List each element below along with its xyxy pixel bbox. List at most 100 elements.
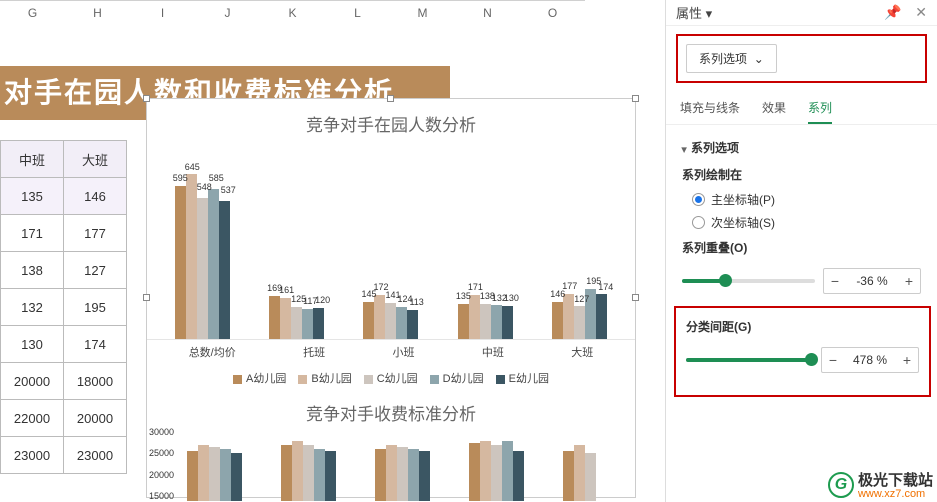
resize-handle[interactable] — [632, 95, 639, 102]
data-table[interactable]: 中班 大班 135146 171177 138127 132195 130174… — [0, 140, 127, 474]
bar[interactable] — [219, 201, 230, 339]
bar[interactable] — [220, 449, 231, 501]
plus-button[interactable]: + — [896, 352, 918, 368]
minus-button[interactable]: − — [822, 352, 844, 368]
resize-handle[interactable] — [632, 294, 639, 301]
bar[interactable] — [563, 451, 574, 501]
bar[interactable] — [469, 295, 480, 339]
bar[interactable] — [281, 445, 292, 501]
chart-title[interactable]: 竞争对手收费标准分析 — [147, 400, 635, 425]
gap-stepper[interactable]: − 478 % + — [821, 347, 919, 373]
bar[interactable] — [375, 449, 386, 501]
cell[interactable]: 23000 — [1, 437, 64, 474]
radio-primary-axis[interactable]: 主坐标轴(P) — [692, 191, 921, 208]
bar[interactable] — [385, 303, 396, 339]
bar[interactable] — [408, 449, 419, 501]
legend-item[interactable]: A幼儿园 — [233, 370, 286, 386]
resize-handle[interactable] — [143, 294, 150, 301]
bar[interactable] — [458, 304, 469, 339]
chart-title[interactable]: 竞争对手在园人数分析 — [147, 111, 635, 136]
gap-slider[interactable] — [686, 358, 813, 362]
bar[interactable] — [480, 441, 491, 501]
chart-object[interactable]: 竞争对手在园人数分析 595 645 548 585 537 169 161 1… — [146, 98, 636, 498]
cell[interactable]: 138 — [1, 252, 64, 289]
column-header[interactable]: G — [0, 0, 65, 24]
chart-plot-area[interactable]: 595 645 548 585 537 169 161 125 117 120 — [147, 140, 635, 340]
bar[interactable] — [469, 443, 480, 501]
column-header[interactable]: O — [520, 0, 585, 24]
table-header[interactable]: 中班 — [1, 141, 64, 178]
bar[interactable] — [563, 294, 574, 339]
overlap-value[interactable]: -36 % — [846, 274, 898, 288]
bar[interactable] — [313, 308, 324, 339]
bar[interactable] — [325, 451, 336, 501]
bar[interactable] — [480, 304, 491, 339]
bar[interactable] — [186, 174, 197, 339]
bar[interactable] — [574, 306, 585, 339]
tab-effect[interactable]: 效果 — [762, 91, 786, 124]
bar[interactable] — [574, 445, 585, 501]
bar[interactable] — [303, 445, 314, 501]
bar[interactable] — [198, 445, 209, 501]
tab-fill[interactable]: 填充与线条 — [680, 91, 740, 124]
bar[interactable] — [292, 441, 303, 501]
legend-item[interactable]: D幼儿园 — [430, 370, 484, 386]
bar[interactable] — [502, 306, 513, 339]
resize-handle[interactable] — [387, 95, 394, 102]
bar[interactable] — [396, 307, 407, 339]
chart-legend[interactable]: A幼儿园 B幼儿园 C幼儿园 D幼儿园 E幼儿园 — [147, 364, 635, 392]
column-header[interactable]: L — [325, 0, 390, 24]
bar[interactable] — [386, 445, 397, 501]
radio-secondary-axis[interactable]: 次坐标轴(S) — [692, 214, 921, 231]
cell[interactable]: 174 — [64, 326, 127, 363]
bar[interactable] — [552, 302, 563, 339]
slider-knob[interactable] — [719, 274, 732, 287]
bar[interactable] — [502, 441, 513, 501]
bar[interactable] — [208, 189, 219, 339]
slider-knob[interactable] — [805, 353, 818, 366]
bar[interactable] — [513, 451, 524, 501]
table-header[interactable]: 大班 — [64, 141, 127, 178]
bar[interactable] — [291, 307, 302, 339]
close-icon[interactable]: ✕ — [915, 4, 927, 20]
bar[interactable] — [419, 451, 430, 501]
cell[interactable]: 20000 — [1, 363, 64, 400]
bar[interactable] — [302, 309, 313, 339]
gap-value[interactable]: 478 % — [844, 353, 896, 367]
chart-plot-area-2[interactable]: 30000 25000 20000 15000 — [147, 427, 635, 501]
pin-icon[interactable]: 📌 — [884, 4, 901, 20]
minus-button[interactable]: − — [824, 273, 846, 289]
legend-item[interactable]: C幼儿园 — [364, 370, 418, 386]
cell[interactable]: 20000 — [64, 400, 127, 437]
bar[interactable] — [209, 447, 220, 501]
cell[interactable]: 130 — [1, 326, 64, 363]
column-header[interactable]: N — [455, 0, 520, 24]
plus-button[interactable]: + — [898, 273, 920, 289]
cell[interactable]: 18000 — [64, 363, 127, 400]
cell[interactable]: 132 — [1, 289, 64, 326]
column-header[interactable]: K — [260, 0, 325, 24]
bar[interactable] — [280, 298, 291, 339]
cell[interactable]: 195 — [64, 289, 127, 326]
column-header[interactable]: M — [390, 0, 455, 24]
bar[interactable] — [175, 186, 186, 339]
bar[interactable] — [363, 302, 374, 339]
resize-handle[interactable] — [143, 95, 150, 102]
bar[interactable] — [596, 294, 607, 339]
bar[interactable] — [231, 453, 242, 501]
legend-item[interactable]: E幼儿园 — [496, 370, 549, 386]
cell[interactable]: 22000 — [1, 400, 64, 437]
cell[interactable]: 127 — [64, 252, 127, 289]
cell[interactable]: 135 — [1, 178, 64, 215]
section-header[interactable]: 系列选项 — [682, 139, 921, 156]
bar[interactable] — [269, 296, 280, 339]
cell[interactable]: 171 — [1, 215, 64, 252]
bar[interactable] — [491, 305, 502, 339]
bar[interactable] — [585, 453, 596, 501]
bar[interactable] — [187, 451, 198, 501]
bar[interactable] — [491, 445, 502, 501]
bar[interactable] — [314, 449, 325, 501]
cell[interactable]: 177 — [64, 215, 127, 252]
column-header[interactable]: H — [65, 0, 130, 24]
bar[interactable] — [197, 198, 208, 339]
